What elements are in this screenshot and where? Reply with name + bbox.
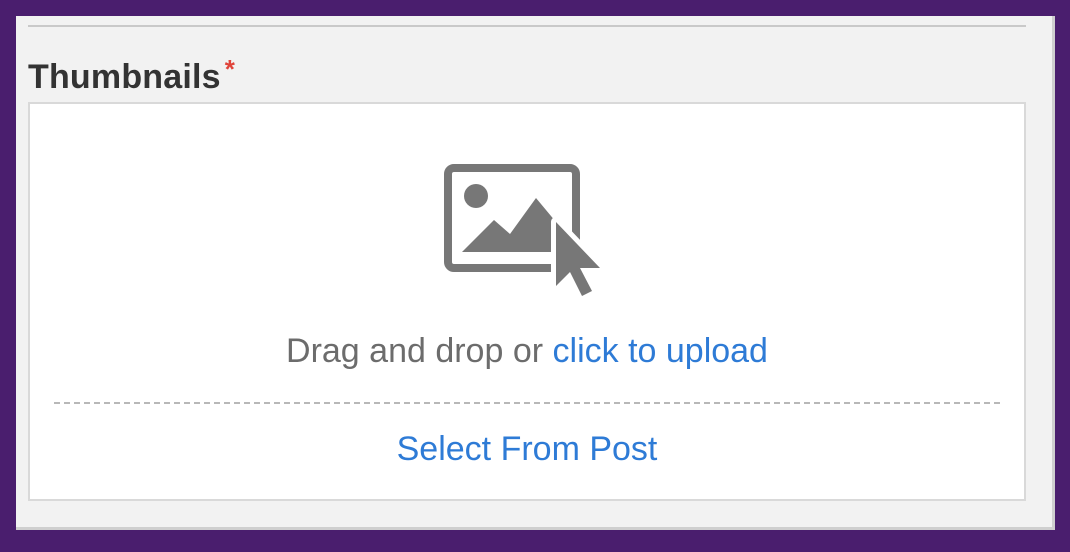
click-to-upload-link[interactable]: click to upload bbox=[553, 332, 768, 370]
drop-instructions: Drag and drop or click to upload bbox=[30, 332, 1024, 371]
section-divider bbox=[28, 25, 1026, 27]
thumbnails-panel: Thumbnails * Drag and drop or click to up… bbox=[16, 16, 1055, 530]
required-marker: * bbox=[224, 54, 236, 84]
thumbnail-dropzone[interactable]: Drag and drop or click to upload Select … bbox=[28, 102, 1026, 501]
dashed-divider bbox=[54, 402, 1000, 404]
field-label-text: Thumbnails bbox=[28, 58, 221, 96]
image-upload-icon bbox=[444, 164, 605, 301]
select-from-post-row: Select From Post bbox=[30, 430, 1024, 469]
select-from-post-link[interactable]: Select From Post bbox=[397, 430, 658, 468]
drop-text: Drag and drop or bbox=[286, 332, 553, 370]
thumbnails-label: Thumbnails * bbox=[28, 54, 235, 97]
